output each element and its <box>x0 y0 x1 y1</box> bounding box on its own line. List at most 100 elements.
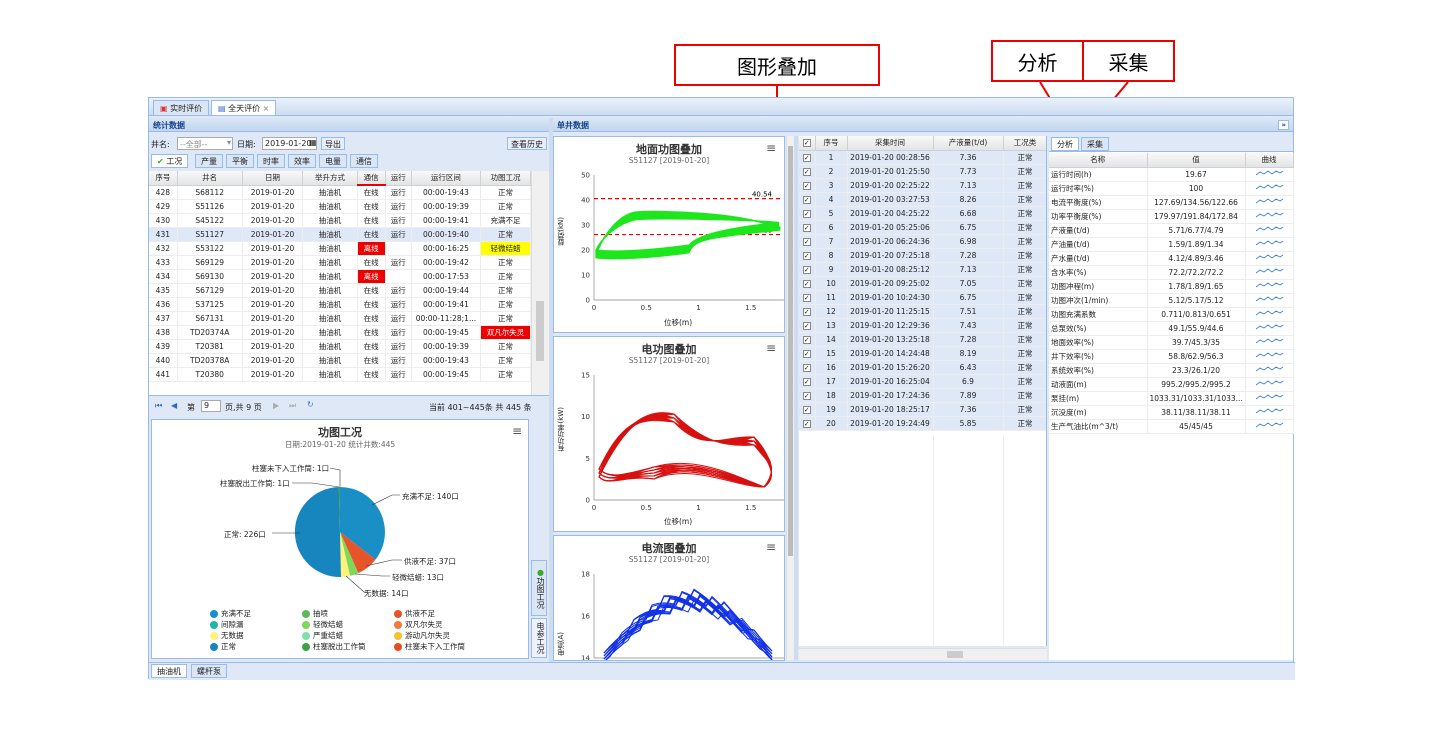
sparkline-icon[interactable] <box>1245 181 1294 196</box>
row-checkbox[interactable]: ✓ <box>799 290 816 305</box>
table-row[interactable]: 产油量(t/d) 1.59/1.89/1.34 <box>1049 237 1294 252</box>
charts-scroll-thumb[interactable] <box>788 146 793 556</box>
legend-item[interactable]: 柱塞未下入工作筒 <box>394 641 465 652</box>
tab-realtime[interactable]: ▣ 实时评价 <box>153 100 210 115</box>
row-checkbox[interactable]: ✓ <box>799 262 816 277</box>
table-row[interactable]: 功图冲程(m) 1.78/1.89/1.65 <box>1049 279 1294 294</box>
tab-analysis[interactable]: 分析 <box>1051 137 1079 151</box>
splitter2[interactable] <box>794 136 798 660</box>
column-header[interactable]: 日期 <box>242 171 304 186</box>
row-checkbox[interactable]: ✓ <box>799 304 816 319</box>
row-checkbox[interactable]: ✓ <box>799 220 816 235</box>
column-header[interactable]: 工况类 <box>1003 136 1046 151</box>
column-header[interactable]: 值 <box>1147 153 1246 168</box>
table-row[interactable]: 运行时间(h) 19.67 <box>1049 167 1294 182</box>
column-header[interactable]: 举升方式 <box>302 171 358 186</box>
table-row[interactable]: ✓ 7 2019-01-20 06:24:36 6.98 正常 <box>799 234 1046 249</box>
column-header[interactable]: 序号 <box>149 171 178 186</box>
table-row[interactable]: ✓ 5 2019-01-20 04:25:22 6.68 正常 <box>799 206 1046 221</box>
table-row[interactable]: ✓ 1 2019-01-20 00:28:56 7.36 正常 <box>799 150 1046 165</box>
row-checkbox[interactable]: ✓ <box>799 318 816 333</box>
collapse-icon[interactable]: » <box>1278 120 1289 130</box>
legend-item[interactable]: 正常 <box>210 641 236 652</box>
menu-icon[interactable]: ≡ <box>766 341 776 355</box>
calendar-icon[interactable]: ▦ <box>309 138 317 147</box>
table-row[interactable]: 生产气油比(m^3/t) 45/45/45 <box>1049 419 1294 434</box>
charts-scrollbar[interactable] <box>786 136 794 660</box>
sparkline-icon[interactable] <box>1245 349 1294 364</box>
scroll-thumb[interactable] <box>536 301 544 361</box>
table-row[interactable]: 433 S69129 2019-01-20 抽油机 在线 运行 00:00-19:42 正常 <box>149 255 531 270</box>
subtab-output[interactable]: 产量 <box>195 154 223 168</box>
table-row[interactable]: 435 S67129 2019-01-20 抽油机 在线 运行 00:00-19:44 正常 <box>149 283 531 298</box>
table-row[interactable]: 功图冲次(1/min) 5.12/5.17/5.12 <box>1049 293 1294 308</box>
table-row[interactable]: ✓ 19 2019-01-20 18:25:17 7.36 正常 <box>799 402 1046 417</box>
sparkline-icon[interactable] <box>1245 209 1294 224</box>
row-checkbox[interactable]: ✓ <box>799 192 816 207</box>
bottom-tab-screw[interactable]: 螺杆泵 <box>191 664 227 678</box>
table-row[interactable]: ✓ 10 2019-01-20 09:25:02 7.05 正常 <box>799 276 1046 291</box>
sample-hscrollbar[interactable] <box>799 648 1047 660</box>
table-row[interactable]: 434 S69130 2019-01-20 抽油机 离线 00:00-17:53 正常 <box>149 269 531 284</box>
column-header[interactable]: 曲线 <box>1245 153 1294 168</box>
row-checkbox[interactable]: ✓ <box>799 234 816 249</box>
page-input[interactable]: 9 <box>201 400 221 412</box>
table-row[interactable]: ✓ 18 2019-01-20 17:24:36 7.89 正常 <box>799 388 1046 403</box>
row-checkbox[interactable]: ✓ <box>799 346 816 361</box>
sparkline-icon[interactable] <box>1245 167 1294 182</box>
table-row[interactable]: 产液量(t/d) 5.71/6.77/4.79 <box>1049 223 1294 238</box>
subtab-comm[interactable]: 通信 <box>350 154 378 168</box>
table-row[interactable]: 功图充满系数 0.711/0.813/0.651 <box>1049 307 1294 322</box>
menu-icon[interactable]: ≡ <box>766 540 776 554</box>
table-row[interactable]: 产水量(t/d) 4.12/4.89/3.46 <box>1049 251 1294 266</box>
select-all-checkbox[interactable]: ✓ <box>799 136 816 151</box>
legend-item[interactable]: 双凡尔失灵 <box>394 619 443 630</box>
table-row[interactable]: 436 S37125 2019-01-20 抽油机 在线 运行 00:00-19:41 正常 <box>149 297 531 312</box>
sparkline-icon[interactable] <box>1245 321 1294 336</box>
legend-item[interactable]: 无数据 <box>210 630 244 641</box>
subtab-timerate[interactable]: 时率 <box>257 154 285 168</box>
sparkline-icon[interactable] <box>1245 405 1294 420</box>
row-checkbox[interactable]: ✓ <box>799 374 816 389</box>
column-header[interactable]: 序号 <box>815 136 848 151</box>
row-checkbox[interactable]: ✓ <box>799 248 816 263</box>
table-row[interactable]: 429 S51126 2019-01-20 抽油机 在线 运行 00:00-19:39 正常 <box>149 199 531 214</box>
bottom-tab-pump[interactable]: 抽油机 <box>151 664 187 678</box>
legend-item[interactable]: 柱塞脱出工作筒 <box>302 641 366 652</box>
tab-fullday[interactable]: ▤ 全天评价 × <box>211 100 277 115</box>
refresh-icon[interactable]: ↻ <box>307 400 314 409</box>
row-checkbox[interactable]: ✓ <box>799 416 816 431</box>
legend-item[interactable]: 严重结蜡 <box>302 630 343 641</box>
table-row[interactable]: 泵挂(m) 1033.31/1033.31/1033... <box>1049 391 1294 406</box>
sparkline-icon[interactable] <box>1245 419 1294 434</box>
table-row[interactable]: 总泵效(%) 49.1/55.9/44.6 <box>1049 321 1294 336</box>
subtab-efficiency[interactable]: 效率 <box>288 154 316 168</box>
table-row[interactable]: 428 S68112 2019-01-20 抽油机 在线 运行 00:00-19:43 正常 <box>149 185 531 200</box>
sparkline-icon[interactable] <box>1245 279 1294 294</box>
sparkline-icon[interactable] <box>1245 335 1294 350</box>
table-row[interactable]: 动液面(m) 995.2/995.2/995.2 <box>1049 377 1294 392</box>
table-row[interactable]: ✓ 20 2019-01-20 19:24:49 5.85 正常 <box>799 416 1046 431</box>
hscroll-thumb[interactable] <box>947 651 963 658</box>
table-row[interactable]: ✓ 3 2019-01-20 02:25:22 7.13 正常 <box>799 178 1046 193</box>
subtab-condition[interactable]: ✔ 工况 <box>151 154 189 168</box>
table-row[interactable]: ✓ 16 2019-01-20 15:26:20 6.43 正常 <box>799 360 1046 375</box>
legend-item[interactable]: 供液不足 <box>394 608 435 619</box>
column-header[interactable]: 采集时间 <box>847 136 934 151</box>
legend-item[interactable]: 轻微结蜡 <box>302 619 343 630</box>
legend-item[interactable]: 抽喷 <box>302 608 328 619</box>
stats-scrollbar[interactable] <box>531 171 549 395</box>
table-row[interactable]: 431 S51127 2019-01-20 抽油机 在线 运行 00:00-19:40 正常 <box>149 227 531 242</box>
sparkline-icon[interactable] <box>1245 195 1294 210</box>
sparkline-icon[interactable] <box>1245 265 1294 280</box>
menu-icon[interactable]: ≡ <box>766 141 776 155</box>
sparkline-icon[interactable] <box>1245 391 1294 406</box>
table-row[interactable]: 井下效率(%) 58.8/62.9/56.3 <box>1049 349 1294 364</box>
history-button[interactable]: 查看历史 <box>507 137 547 150</box>
table-row[interactable]: 地面效率(%) 39.7/45.3/35 <box>1049 335 1294 350</box>
row-checkbox[interactable]: ✓ <box>799 360 816 375</box>
sparkline-icon[interactable] <box>1245 293 1294 308</box>
legend-item[interactable]: 充满不足 <box>210 608 251 619</box>
column-header[interactable]: 产液量(t/d) <box>933 136 1004 151</box>
table-row[interactable]: ✓ 6 2019-01-20 05:25:06 6.75 正常 <box>799 220 1046 235</box>
